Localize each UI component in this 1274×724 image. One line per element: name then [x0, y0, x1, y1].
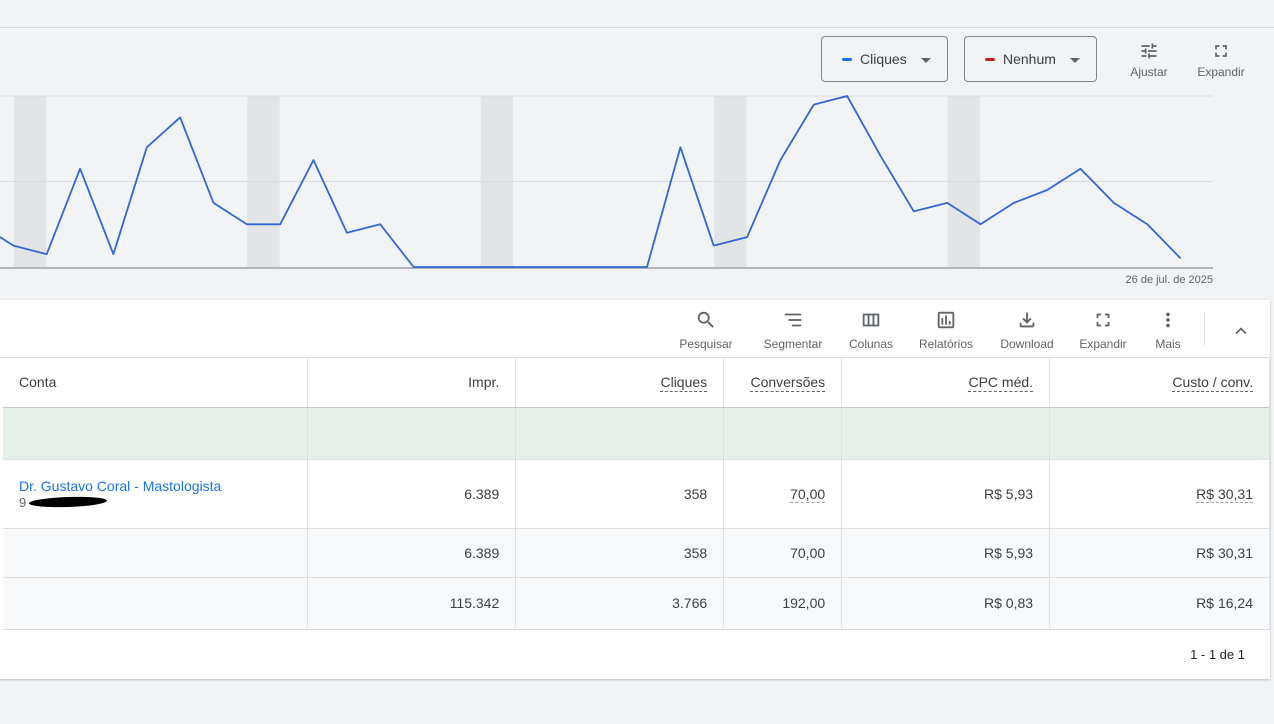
fullscreen-icon — [1215, 45, 1227, 57]
cost-conv-value: R$ 30,31 — [1196, 485, 1253, 503]
account-link[interactable]: Dr. Gustavo Coral - Mastologista — [19, 478, 291, 494]
highlight-row — [3, 407, 1270, 460]
header-account[interactable]: Conta — [3, 358, 309, 408]
bar-chart-icon — [937, 311, 955, 329]
adjust-label: Ajustar — [1130, 65, 1168, 79]
table-cell — [1049, 407, 1270, 460]
search-icon — [697, 311, 714, 328]
top-divider — [0, 27, 1274, 28]
avg-cpc-cell: R$ 5,93 — [841, 459, 1051, 529]
columns-icon — [862, 313, 880, 327]
cost-conv-total: R$ 30,31 — [1049, 528, 1270, 578]
conversions-total-all: 192,00 — [723, 577, 843, 630]
clicks-cell: 358 — [515, 459, 725, 529]
table-row: Dr. Gustavo Coral - Mastologista 9 6.389… — [3, 459, 1270, 529]
segment-label: Segmentar — [763, 337, 823, 351]
chevron-up-icon — [1235, 327, 1247, 335]
download-button[interactable]: Download — [996, 309, 1058, 351]
table-cell — [3, 407, 309, 460]
more-button[interactable]: Mais — [1148, 309, 1188, 351]
toolbar-divider — [1204, 312, 1205, 345]
header-cost-conv[interactable]: Custo / conv. — [1049, 358, 1270, 408]
conversions-value: 70,00 — [790, 485, 826, 503]
metric2-label: Nenhum — [1003, 51, 1056, 67]
table-cell — [3, 528, 309, 578]
metric1-dropdown[interactable]: Cliques — [821, 36, 948, 82]
impr-total: 6.389 — [307, 528, 517, 578]
chevron-down-icon — [1070, 58, 1080, 63]
header-avg-cpc[interactable]: CPC méd. — [841, 358, 1051, 408]
chart-expand-label: Expandir — [1197, 65, 1245, 79]
header-conversions[interactable]: Conversões — [723, 358, 843, 408]
reports-label: Relatórios — [918, 337, 974, 351]
avg-cpc-total-all: R$ 0,83 — [841, 577, 1051, 630]
accounts-table-card: Pesquisar Segmentar Colunas Relatórios D… — [0, 300, 1270, 679]
search-button[interactable]: Pesquisar — [676, 309, 736, 351]
download-label: Download — [1000, 337, 1054, 351]
chart-end-date: 26 de jul. de 2025 — [1125, 274, 1213, 286]
table-expand-button[interactable]: Expandir — [1074, 309, 1132, 351]
metric1-color-swatch — [842, 57, 852, 61]
more-vert-icon — [1166, 312, 1170, 328]
table-cell — [723, 407, 843, 460]
adjust-button[interactable]: Ajustar — [1126, 41, 1172, 79]
impr-cell: 6.389 — [307, 459, 517, 529]
columns-label: Colunas — [848, 337, 894, 351]
download-icon — [1019, 312, 1035, 328]
header-clicks[interactable]: Cliques — [515, 358, 725, 408]
segment-button[interactable]: Segmentar — [759, 309, 827, 351]
account-id-text: 9 — [19, 494, 27, 510]
impr-total-all: 115.342 — [307, 577, 517, 630]
reports-button[interactable]: Relatórios — [914, 309, 978, 351]
chevron-down-icon — [921, 58, 931, 63]
columns-button[interactable]: Colunas — [843, 309, 899, 351]
conversions-cell: 70,00 — [723, 459, 843, 529]
account-cell: Dr. Gustavo Coral - Mastologista 9 — [3, 459, 309, 529]
clicks-total: 358 — [515, 528, 725, 578]
clicks-total-all: 3.766 — [515, 577, 725, 630]
search-label: Pesquisar — [679, 337, 733, 351]
redaction-mark — [28, 495, 108, 508]
header-impr[interactable]: Impr. — [307, 358, 517, 408]
account-id: 9 — [19, 494, 108, 510]
header-clicks-label: Cliques — [660, 374, 708, 393]
table-toolbar: Pesquisar Segmentar Colunas Relatórios D… — [0, 300, 1270, 358]
table-expand-label: Expandir — [1079, 337, 1127, 351]
header-conversions-label: Conversões — [750, 374, 826, 393]
tune-icon — [1141, 43, 1157, 59]
pagination-label: 1 - 1 de 1 — [1190, 647, 1245, 662]
metric2-color-swatch — [985, 57, 995, 61]
segment-icon — [784, 313, 802, 327]
accounts-table: Conta Impr. Cliques Conversões CPC méd. … — [3, 358, 1270, 630]
table-cell — [3, 577, 309, 630]
clicks-line-chart — [0, 95, 1213, 269]
header-avg-cpc-label: CPC méd. — [968, 374, 1034, 393]
metric2-dropdown[interactable]: Nenhum — [964, 36, 1097, 82]
total-row-all: 115.342 3.766 192,00 R$ 0,83 R$ 16,24 — [3, 577, 1270, 630]
table-cell — [841, 407, 1051, 460]
cost-conv-cell: R$ 30,31 — [1049, 459, 1270, 529]
table-cell — [515, 407, 725, 460]
collapse-button[interactable] — [1230, 320, 1252, 347]
metric1-label: Cliques — [860, 51, 907, 67]
table-header-row: Conta Impr. Cliques Conversões CPC méd. … — [3, 358, 1270, 408]
conversions-total: 70,00 — [723, 528, 843, 578]
avg-cpc-total: R$ 5,93 — [841, 528, 1051, 578]
fullscreen-icon — [1096, 313, 1110, 327]
table-cell — [307, 407, 517, 460]
more-label: Mais — [1155, 337, 1181, 351]
chart-expand-button[interactable]: Expandir — [1193, 41, 1249, 79]
header-cost-conv-label: Custo / conv. — [1172, 374, 1253, 393]
cost-conv-total-all: R$ 16,24 — [1049, 577, 1270, 630]
total-row-account: 6.389 358 70,00 R$ 5,93 R$ 30,31 — [3, 528, 1270, 578]
